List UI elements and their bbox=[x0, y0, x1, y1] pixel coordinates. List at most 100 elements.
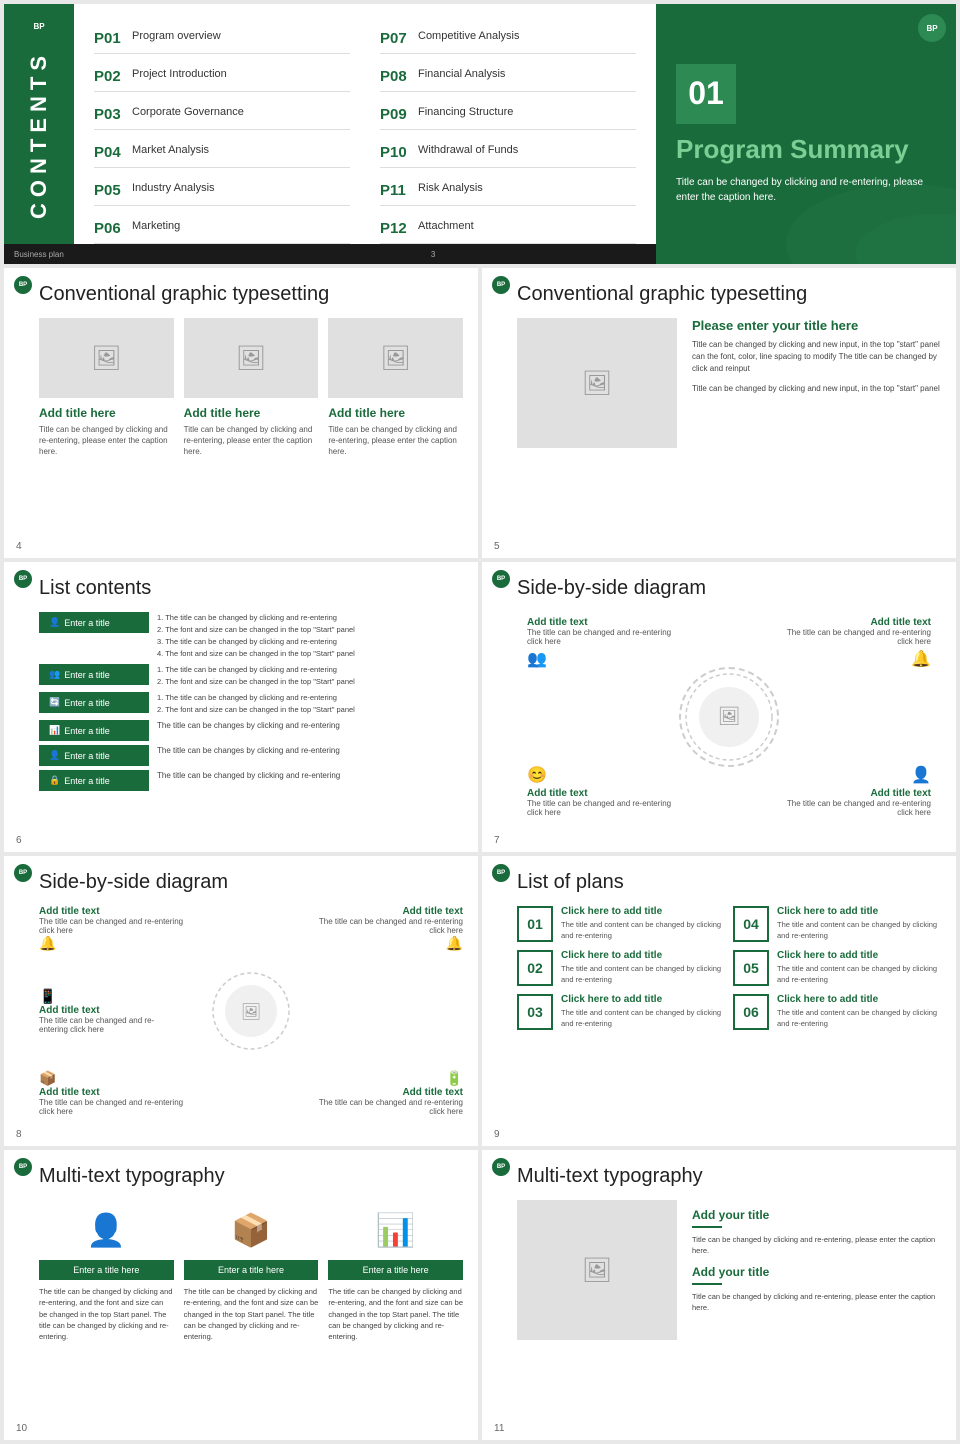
slide9-image: 🖼 bbox=[517, 1200, 677, 1340]
slide5-page: 7 bbox=[494, 835, 500, 846]
list-desc-6: The title can be changed by clicking and… bbox=[157, 770, 340, 783]
s6-ml-icon: 📱 bbox=[39, 988, 166, 1005]
corner-tl: Add title text The title can be changed … bbox=[527, 617, 688, 669]
plan-01-content: Click here to add title The title and co… bbox=[561, 906, 725, 941]
slide-multi-text-left: BP Multi-text typography 👤 Enter a title… bbox=[4, 1150, 478, 1440]
contents-label: CONTENTS bbox=[26, 50, 52, 219]
corner-bl: 😊 Add title text The title can be change… bbox=[527, 765, 688, 817]
corner-br: 👤 Add title text The title can be change… bbox=[770, 765, 931, 817]
plans-grid: 01 Click here to add title The title and… bbox=[517, 906, 941, 1030]
s6-br-title: Add title text bbox=[302, 1087, 463, 1098]
list-btn-2[interactable]: 👥 Enter a title bbox=[39, 664, 149, 685]
slide9-title: Multi-text typography bbox=[517, 1165, 941, 1188]
plan-01-title: Click here to add title bbox=[561, 906, 725, 917]
p06-num: P06 bbox=[94, 220, 124, 237]
slide6-diagram: 🖼 Add title text The title can be change… bbox=[39, 906, 463, 1116]
footer-left: Business plan bbox=[14, 250, 64, 259]
p07-num: P07 bbox=[380, 30, 410, 47]
p06-text: Marketing bbox=[132, 220, 180, 232]
card2-text: Title can be changed by clicking and re-… bbox=[184, 424, 319, 458]
card2-image: 🖼 bbox=[184, 318, 319, 398]
slide-contents: BP CONTENTS P01 Program overview P07 Com… bbox=[4, 4, 956, 264]
p09-num: P09 bbox=[380, 106, 410, 123]
list-btn-5[interactable]: 👤 Enter a title bbox=[39, 745, 149, 766]
multi-icon-3: 📊 bbox=[328, 1200, 463, 1260]
plan-06-title: Click here to add title bbox=[777, 994, 941, 1005]
p03-text: Corporate Governance bbox=[132, 106, 244, 118]
p12-text: Attachment bbox=[418, 220, 474, 232]
p10-num: P10 bbox=[380, 144, 410, 161]
svg-text:🖼: 🖼 bbox=[241, 1003, 261, 1021]
slide6-circle: 🖼 bbox=[211, 971, 291, 1051]
multi-btn-1[interactable]: Enter a title here bbox=[39, 1260, 174, 1280]
image-icon-1: 🖼 bbox=[91, 344, 121, 373]
multi-btn-3[interactable]: Enter a title here bbox=[328, 1260, 463, 1280]
card1-image: 🖼 bbox=[39, 318, 174, 398]
list-btn-3[interactable]: 🔄 Enter a title bbox=[39, 692, 149, 713]
slide-number-badge: 01 bbox=[676, 64, 736, 124]
logo-right: BP bbox=[918, 14, 946, 42]
slide9-add-title-1: Add your title bbox=[692, 1208, 941, 1222]
card-1: 🖼 Add title here Title can be changed by… bbox=[39, 318, 174, 458]
plan-04-title: Click here to add title bbox=[777, 906, 941, 917]
slide9-text-1: Title can be changed by clicking and re-… bbox=[692, 1234, 941, 1257]
slide-list-contents: BP List contents 👤 Enter a title 1. The … bbox=[4, 562, 478, 852]
list-btn-6[interactable]: 🔒 Enter a title bbox=[39, 770, 149, 791]
s6-tr: Add title text The title can be changed … bbox=[302, 906, 463, 952]
list-icon-4: 📊 bbox=[49, 725, 60, 736]
corner-br-title: Add title text bbox=[770, 788, 931, 799]
slide2-logo: BP bbox=[14, 276, 34, 296]
s6-ml-title: Add title text bbox=[39, 1005, 166, 1016]
slide2-cards: 🖼 Add title here Title can be changed by… bbox=[39, 318, 463, 458]
slide5-logo: BP bbox=[492, 570, 512, 590]
plan-02-text: The title and content can be changed by … bbox=[561, 964, 725, 985]
plan-02-content: Click here to add title The title and co… bbox=[561, 950, 725, 985]
plan-06-text: The title and content can be changed by … bbox=[777, 1008, 941, 1029]
slide4-title: List contents bbox=[39, 577, 463, 600]
contents-item-p03: P03 Corporate Governance bbox=[94, 100, 350, 130]
s6-tl-text: The title can be changed and re-entering… bbox=[39, 917, 200, 935]
list-btn-1[interactable]: 👤 Enter a title bbox=[39, 612, 149, 633]
slide9-text-block: Add your title Title can be changed by c… bbox=[692, 1200, 941, 1340]
logo-sm-9: BP bbox=[492, 1158, 510, 1176]
plan-04-text: The title and content can be changed by … bbox=[777, 920, 941, 941]
contents-item-p02: P02 Project Introduction bbox=[94, 62, 350, 92]
slide9-divider-1 bbox=[692, 1226, 722, 1228]
corner-bl-text: The title can be changed and re-entering… bbox=[527, 799, 688, 817]
card1-title: Add title here bbox=[39, 406, 174, 420]
slide2-title: Conventional graphic typesetting bbox=[39, 283, 463, 306]
multi-btn-2[interactable]: Enter a title here bbox=[184, 1260, 319, 1280]
p05-text: Industry Analysis bbox=[132, 182, 215, 194]
logo-sm-3: BP bbox=[492, 276, 510, 294]
corner-tl-title: Add title text bbox=[527, 617, 688, 628]
list-btn-4[interactable]: 📊 Enter a title bbox=[39, 720, 149, 741]
contents-item-p11: P11 Risk Analysis bbox=[380, 176, 636, 206]
contents-item-p12: P12 Attachment bbox=[380, 214, 636, 244]
s6-tr-icon: 🔔 bbox=[302, 935, 463, 952]
slide2-page: 4 bbox=[16, 541, 22, 552]
corner-tl-icon: 👥 bbox=[527, 649, 688, 669]
slide5-title: Side-by-side diagram bbox=[517, 577, 941, 600]
plan-05-content: Click here to add title The title and co… bbox=[777, 950, 941, 985]
contents-list: P01 Program overview P07 Competitive Ana… bbox=[74, 4, 656, 264]
slide9-page: 11 bbox=[494, 1423, 504, 1434]
plan-03-title: Click here to add title bbox=[561, 994, 725, 1005]
s6-bl-text: The title can be changed and re-entering… bbox=[39, 1098, 200, 1116]
list-row-4: 📊 Enter a title The title can be changes… bbox=[39, 720, 463, 741]
multi-icon-2: 📦 bbox=[184, 1200, 319, 1260]
image-icon-2: 🖼 bbox=[236, 344, 266, 373]
plan-02: 02 Click here to add title The title and… bbox=[517, 950, 725, 986]
slide6-title: Side-by-side diagram bbox=[39, 871, 463, 894]
slide7-page: 9 bbox=[494, 1129, 500, 1140]
plan-01-text: The title and content can be changed by … bbox=[561, 920, 725, 941]
contents-item-p05: P05 Industry Analysis bbox=[94, 176, 350, 206]
s6-tl-icon: 🔔 bbox=[39, 935, 200, 952]
plan-02-title: Click here to add title bbox=[561, 950, 725, 961]
slide-conventional-left: BP Conventional graphic typesetting 🖼 Ad… bbox=[4, 268, 478, 558]
plan-03-num: 03 bbox=[517, 994, 553, 1030]
contents-item-p07: P07 Competitive Analysis bbox=[380, 24, 636, 54]
slide7-logo: BP bbox=[492, 864, 512, 884]
p02-num: P02 bbox=[94, 68, 124, 85]
wave-decoration bbox=[756, 144, 956, 264]
multi-card-1: 👤 Enter a title here The title can be ch… bbox=[39, 1200, 174, 1342]
